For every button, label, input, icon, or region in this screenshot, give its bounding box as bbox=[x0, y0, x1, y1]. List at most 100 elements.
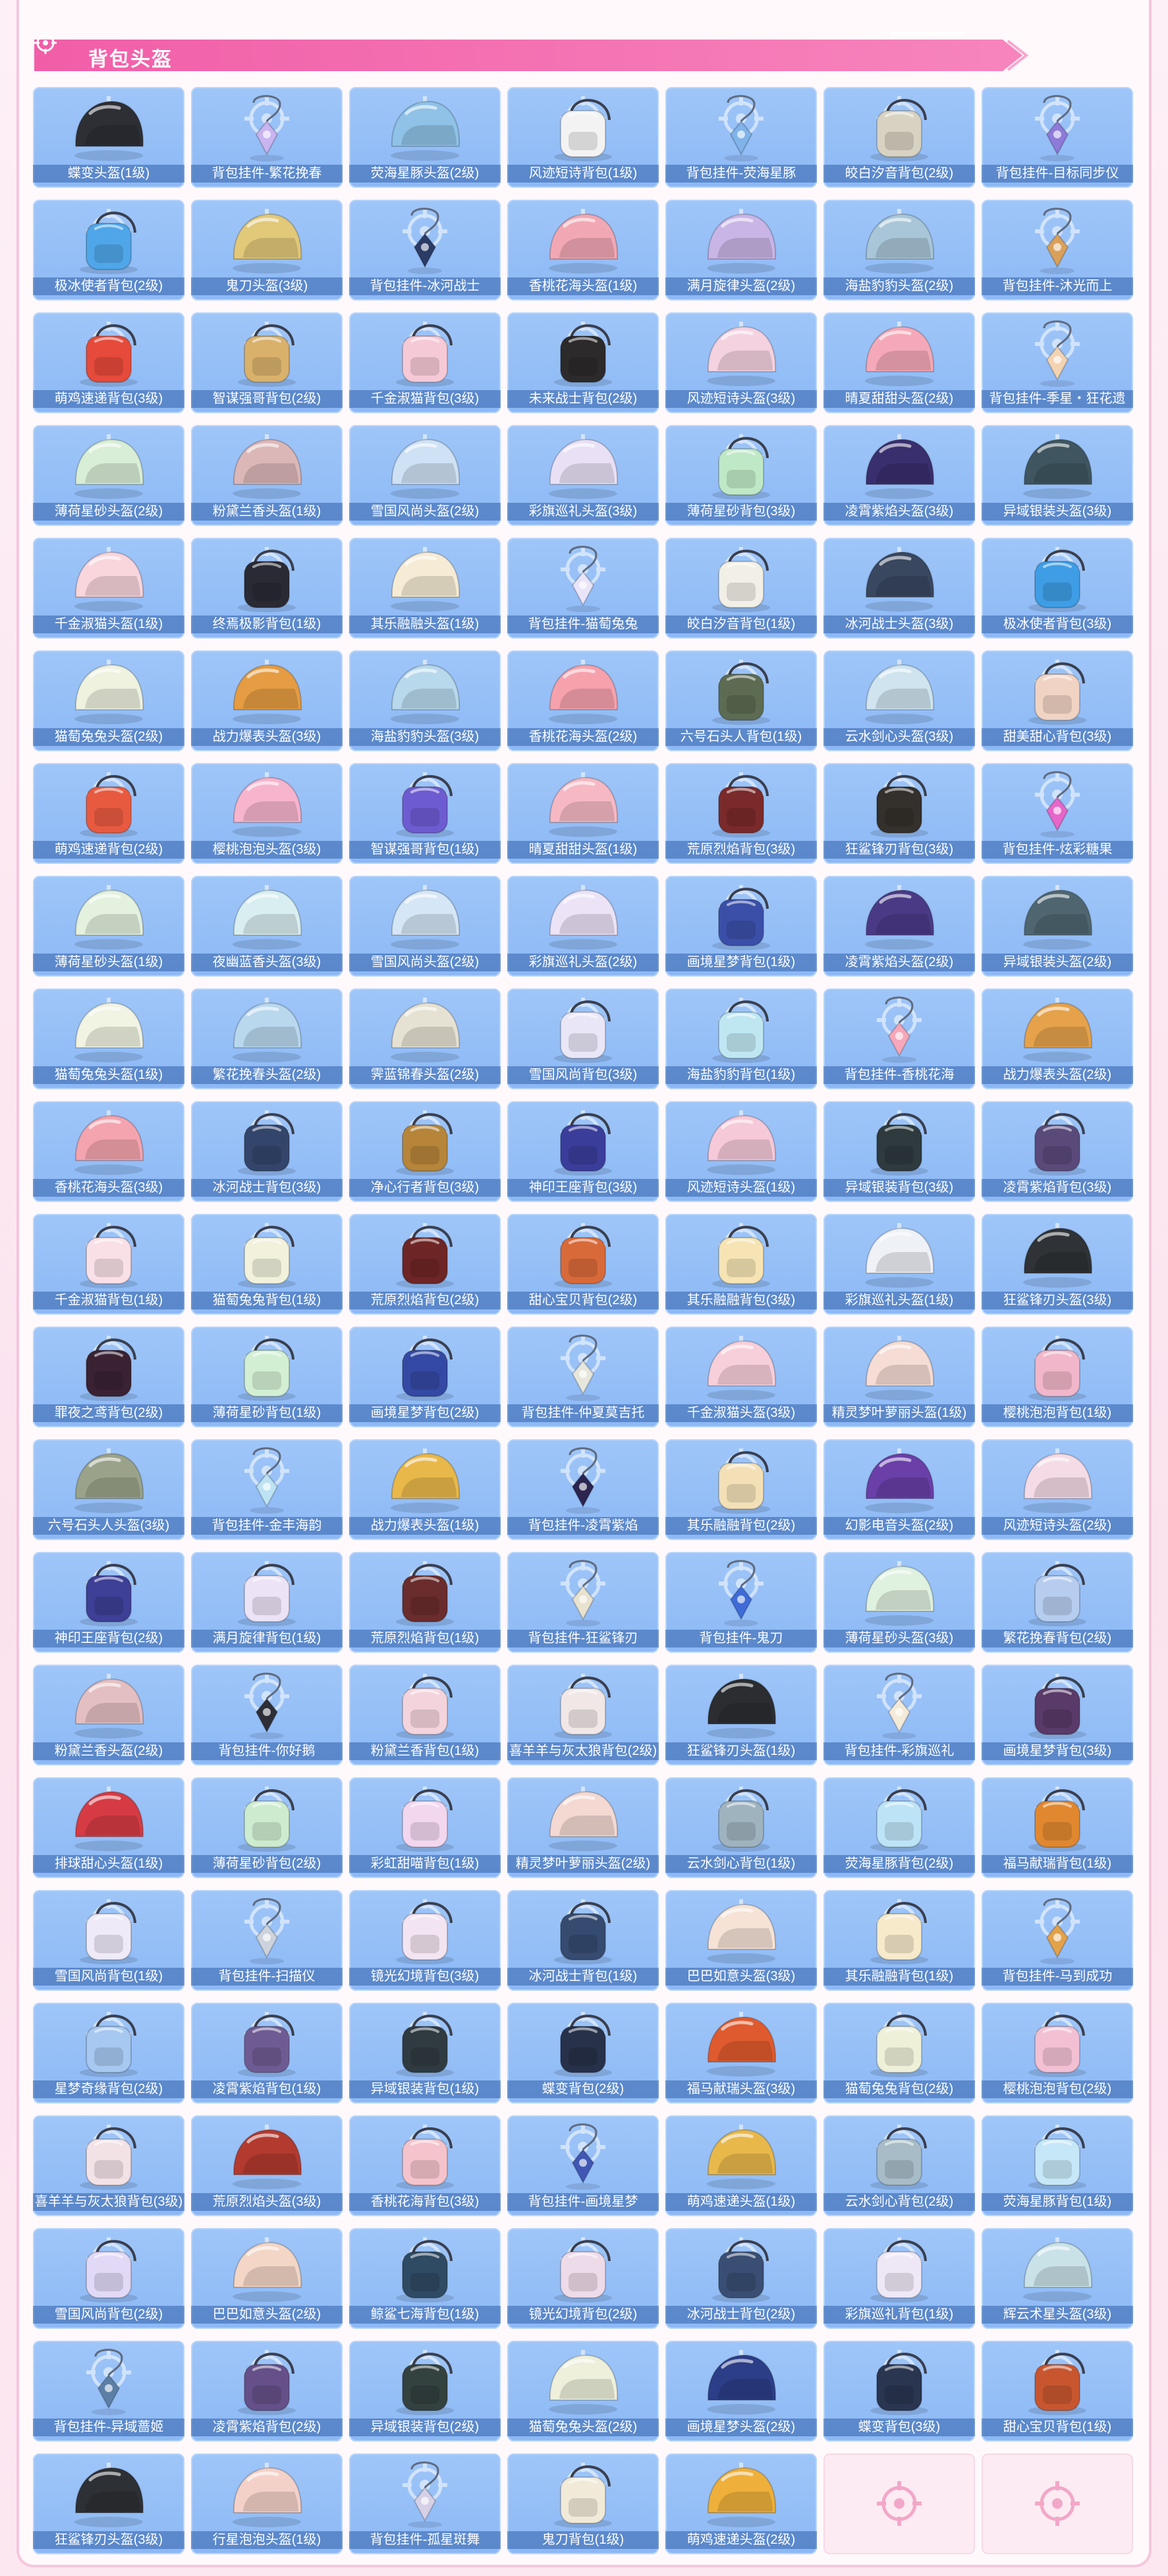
item-card[interactable]: 背包挂件-金丰海韵 bbox=[191, 1439, 343, 1540]
item-card[interactable]: 云水剑心背包(2级) bbox=[823, 2115, 975, 2216]
item-card[interactable]: 千金淑猫背包(1级) bbox=[33, 1214, 184, 1315]
item-card[interactable]: 战力爆表头盔(2级) bbox=[982, 988, 1133, 1089]
item-card[interactable]: 智谋强哥背包(1级) bbox=[349, 763, 501, 864]
item-card[interactable]: 冰河战士头盔(3级) bbox=[823, 538, 975, 639]
item-card[interactable]: 猫萄兔兔头盔(1级) bbox=[33, 988, 184, 1089]
item-card[interactable]: 背包挂件-香桃花海 bbox=[823, 988, 975, 1089]
item-card[interactable]: 薄荷星砂背包(3级) bbox=[665, 425, 817, 526]
item-card[interactable]: 荒原烈焰背包(2级) bbox=[349, 1214, 501, 1315]
item-card[interactable]: 荒原烈焰背包(3级) bbox=[665, 763, 817, 864]
item-card[interactable]: 福马献瑞背包(1级) bbox=[982, 1777, 1133, 1878]
item-card[interactable]: 背包挂件-马到成功 bbox=[982, 1890, 1133, 1991]
item-card[interactable]: 极冰使者背包(3级) bbox=[982, 538, 1133, 639]
item-card[interactable]: 鬼刀头盔(3级) bbox=[191, 200, 343, 301]
item-card[interactable]: 冰河战士背包(2级) bbox=[665, 2228, 817, 2329]
item-card[interactable]: 背包挂件-扫描仪 bbox=[191, 1890, 343, 1991]
item-card[interactable]: 荒原烈焰背包(1级) bbox=[349, 1552, 501, 1653]
item-card[interactable]: 背包挂件-冰河战士 bbox=[349, 200, 501, 301]
item-card[interactable]: 香桃花海头盔(3级) bbox=[33, 1101, 184, 1202]
item-card[interactable]: 薄荷星砂背包(1级) bbox=[191, 1327, 343, 1427]
item-card[interactable]: 彩虹甜喵背包(1级) bbox=[349, 1777, 501, 1878]
item-card[interactable]: 雪国风尚背包(3级) bbox=[507, 988, 659, 1089]
item-card[interactable]: 凌霄紫焰头盔(3级) bbox=[823, 425, 975, 526]
item-card[interactable]: 其乐融融背包(2级) bbox=[665, 1439, 817, 1540]
item-card[interactable]: 荧海星豚背包(2级) bbox=[823, 1777, 975, 1878]
item-card[interactable]: 雪国风尚头盔(2级) bbox=[349, 876, 501, 977]
item-card[interactable]: 狂鲨锋刃头盔(3级) bbox=[33, 2453, 184, 2554]
item-card[interactable]: 镜光幻境背包(2级) bbox=[507, 2228, 659, 2329]
item-card[interactable]: 异域银装背包(2级) bbox=[349, 2341, 501, 2442]
item-card[interactable]: 薄荷星砂头盔(2级) bbox=[33, 425, 184, 526]
item-card[interactable]: 神印王座背包(2级) bbox=[33, 1552, 184, 1653]
item-card[interactable]: 背包挂件-异域蔷姬 bbox=[33, 2341, 184, 2442]
item-card[interactable]: 神印王座背包(3级) bbox=[507, 1101, 659, 1202]
item-card[interactable]: 精灵梦叶萝丽头盔(2级) bbox=[507, 1777, 659, 1878]
item-card[interactable]: 晴夏甜甜头盔(2级) bbox=[823, 312, 975, 413]
item-card[interactable]: 香桃花海背包(3级) bbox=[349, 2115, 501, 2216]
item-card[interactable]: 薄荷星砂头盔(1级) bbox=[33, 876, 184, 977]
item-card[interactable]: 战力爆表头盔(1级) bbox=[349, 1439, 501, 1540]
item-card[interactable]: 繁花挽春背包(2级) bbox=[982, 1552, 1133, 1653]
item-card[interactable]: 云水剑心背包(1级) bbox=[665, 1777, 817, 1878]
item-card[interactable]: 背包挂件-你好鹅 bbox=[191, 1665, 343, 1765]
item-card[interactable]: 萌鸡速递背包(3级) bbox=[33, 312, 184, 413]
item-card[interactable]: 净心行者背包(3级) bbox=[349, 1101, 501, 1202]
item-card[interactable]: 粉黛兰香背包(1级) bbox=[349, 1665, 501, 1765]
item-card[interactable]: 皎白汐音背包(1级) bbox=[665, 538, 817, 639]
item-card[interactable]: 猫萄兔兔头盔(2级) bbox=[33, 650, 184, 751]
item-card[interactable]: 狂鲨锋刃头盔(1级) bbox=[665, 1665, 817, 1765]
item-card[interactable]: 排球甜心头盔(1级) bbox=[33, 1777, 184, 1878]
item-card[interactable]: 蝶变背包(2级) bbox=[507, 2003, 659, 2104]
item-card[interactable]: 战力爆表头盔(3级) bbox=[191, 650, 343, 751]
item-card[interactable]: 风迹短诗头盔(1级) bbox=[665, 1101, 817, 1202]
item-card[interactable]: 粉黛兰香头盔(1级) bbox=[191, 425, 343, 526]
item-card[interactable]: 背包挂件-画境星梦 bbox=[507, 2115, 659, 2216]
item-card[interactable]: 背包挂件-目标同步仪 bbox=[982, 87, 1133, 188]
item-card[interactable]: 狂鲨锋刃头盔(3级) bbox=[982, 1214, 1133, 1315]
item-card[interactable]: 晴夏甜甜头盔(1级) bbox=[507, 763, 659, 864]
item-card[interactable]: 终焉极影背包(1级) bbox=[191, 538, 343, 639]
item-card[interactable]: 荧海星豚头盔(2级) bbox=[349, 87, 501, 188]
item-card[interactable]: 鬼刀背包(1级) bbox=[507, 2453, 659, 2554]
item-card[interactable]: 皎白汐音背包(2级) bbox=[823, 87, 975, 188]
item-card[interactable]: 其乐融融头盔(1级) bbox=[349, 538, 501, 639]
item-card[interactable]: 背包挂件-仲夏莫吉托 bbox=[507, 1327, 659, 1427]
item-card[interactable]: 凌霄紫焰背包(1级) bbox=[191, 2003, 343, 2104]
item-card[interactable]: 异域银装背包(3级) bbox=[823, 1101, 975, 1202]
item-card[interactable]: 萌鸡速递头盔(1级) bbox=[665, 2115, 817, 2216]
item-card[interactable]: 背包挂件-凌霄紫焰 bbox=[507, 1439, 659, 1540]
item-card[interactable]: 其乐融融背包(1级) bbox=[823, 1890, 975, 1991]
item-card[interactable]: 萌鸡速递头盔(2级) bbox=[665, 2453, 817, 2554]
item-card[interactable]: 风迹短诗头盔(2级) bbox=[982, 1439, 1133, 1540]
item-card[interactable]: 画境星梦背包(3级) bbox=[982, 1665, 1133, 1765]
item-card[interactable]: 辉云术星头盔(3级) bbox=[982, 2228, 1133, 2329]
item-card[interactable]: 彩旗巡礼头盔(2级) bbox=[507, 876, 659, 977]
item-card[interactable]: 粉黛兰香头盔(2级) bbox=[33, 1665, 184, 1765]
item-card[interactable]: 千金淑猫背包(3级) bbox=[349, 312, 501, 413]
item-card[interactable]: 猫萄兔兔背包(2级) bbox=[823, 2003, 975, 2104]
item-card[interactable]: 福马献瑞头盔(3级) bbox=[665, 2003, 817, 2104]
item-card[interactable]: 画境星梦背包(2级) bbox=[349, 1327, 501, 1427]
item-card[interactable]: 樱桃泡泡头盔(3级) bbox=[191, 763, 343, 864]
item-card[interactable]: 千金淑猫头盔(3级) bbox=[665, 1327, 817, 1427]
item-card[interactable]: 异域银装背包(1级) bbox=[349, 2003, 501, 2104]
item-card[interactable]: 凌霄紫焰背包(3级) bbox=[982, 1101, 1133, 1202]
item-card[interactable]: 背包挂件-荧海星豚 bbox=[665, 87, 817, 188]
item-card[interactable]: 背包挂件-彩旗巡礼 bbox=[823, 1665, 975, 1765]
item-card[interactable]: 雪国风尚头盔(2级) bbox=[349, 425, 501, 526]
item-card[interactable]: 霁蓝锦春头盔(2级) bbox=[349, 988, 501, 1089]
item-card[interactable]: 冰河战士背包(1级) bbox=[507, 1890, 659, 1991]
item-card[interactable]: 薄荷星砂头盔(3级) bbox=[823, 1552, 975, 1653]
item-card[interactable]: 萌鸡速递背包(2级) bbox=[33, 763, 184, 864]
empty-slot[interactable] bbox=[982, 2453, 1133, 2554]
item-card[interactable]: 彩旗巡礼头盔(3级) bbox=[507, 425, 659, 526]
item-card[interactable]: 蝶变头盔(1级) bbox=[33, 87, 184, 188]
item-card[interactable]: 猫萄兔兔头盔(2级) bbox=[507, 2341, 659, 2442]
item-card[interactable]: 巴巴如意头盔(2级) bbox=[191, 2228, 343, 2329]
item-card[interactable]: 背包挂件-沐光而上 bbox=[982, 200, 1133, 301]
item-card[interactable]: 智谋强哥背包(2级) bbox=[191, 312, 343, 413]
item-card[interactable]: 喜羊羊与灰太狼背包(2级) bbox=[507, 1665, 659, 1765]
item-card[interactable]: 其乐融融背包(3级) bbox=[665, 1214, 817, 1315]
item-card[interactable]: 香桃花海头盔(1级) bbox=[507, 200, 659, 301]
item-card[interactable]: 甜心宝贝背包(2级) bbox=[507, 1214, 659, 1315]
